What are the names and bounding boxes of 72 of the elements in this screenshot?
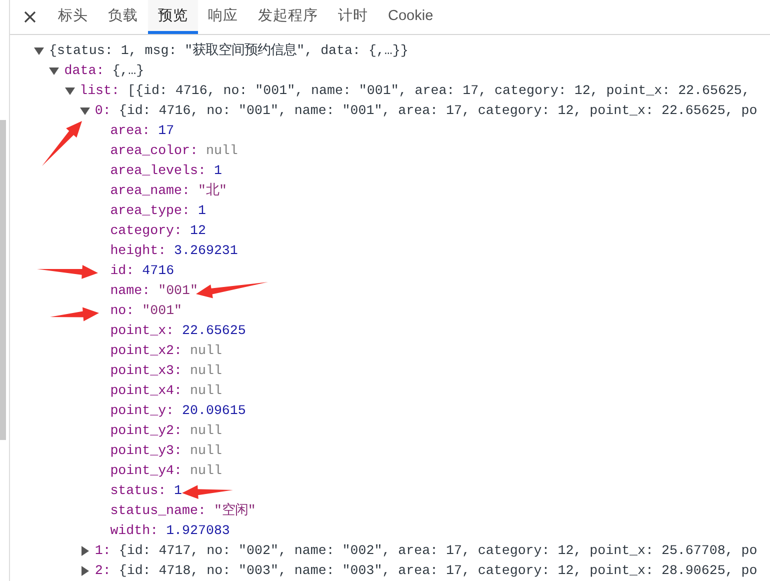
property-key: category: [110,221,182,241]
expanded-triangle-icon[interactable] [49,66,60,76]
scrollbar-thumb[interactable] [0,120,6,440]
annotation-arrow [182,485,233,499]
property-key: height: [110,241,166,261]
property-value: 12 [190,222,206,240]
property-key: point_x2: [110,341,182,361]
property-key: point_y3: [110,441,182,461]
annotation-arrow [50,307,99,322]
property-key: area_levels: [110,161,206,181]
property-key: point_x: [110,321,174,341]
tab[interactable]: 计时 [328,0,378,34]
property-key: status_name: [110,501,206,521]
property-value: 4716 [142,262,174,280]
property-key: point_x4: [110,381,182,401]
tab[interactable]: 负载 [98,0,148,34]
object-preview: {id: 4717, no: "002", name: "002", area: 17, category: 12, point_x: 25.67708, po [118,542,758,560]
property-key: data: [64,61,104,81]
property-value: "北" [198,182,227,200]
property-key: no: [110,301,134,321]
property-value: 20.09615 [182,402,246,420]
tab[interactable]: 预览 [148,0,198,34]
tab[interactable]: 标头 [48,0,98,34]
tab[interactable]: 响应 [198,0,248,34]
property-value: null [190,422,222,440]
expanded-triangle-icon[interactable] [34,46,44,56]
property-value: null [190,462,222,480]
property-key: 0: [94,101,111,121]
property-key: width: [110,521,158,541]
property-value: "001" [158,282,198,300]
expanded-triangle-icon[interactable] [64,86,75,96]
property-key: area: [110,121,150,141]
property-key: area_color: [110,141,198,161]
property-key: list: [80,81,120,101]
property-value: 1 [214,162,222,180]
collapsed-triangle-icon[interactable] [80,546,90,556]
object-preview: [{id: 4716, no: "001", name: "001", area: 17, category: 12, point_x: 22.65625, [128,82,750,100]
object-preview: {id: 4718, no: "003", name: "003", area: 17, category: 12, point_x: 28.90625, po [118,562,758,580]
property-key: 1: [94,541,111,561]
object-preview: {id: 4716, no: "001", name: "001", area: 17, category: 12, point_x: 22.65625, po [118,102,758,120]
collapsed-triangle-icon[interactable] [80,566,90,576]
property-value: null [190,342,222,360]
tab[interactable]: 发起程序 [248,0,328,34]
property-value: null [190,442,222,460]
property-value: null [190,362,222,380]
property-value: null [206,142,238,160]
property-key: name: [110,281,150,301]
property-key: area_name: [110,181,190,201]
property-key: id: [110,261,134,281]
annotation-arrow [196,282,268,298]
property-key: point_x3: [110,361,182,381]
property-key: area_type: [110,201,190,221]
property-value: "001" [142,302,182,320]
annotation-arrow [42,121,82,166]
property-key: status: [110,481,166,501]
property-key: 2: [94,561,111,581]
annotation-arrow [37,265,98,279]
property-key: point_y4: [110,461,182,481]
property-key: point_y: [110,401,174,421]
property-value: 1 [198,202,206,220]
property-value: 22.65625 [182,322,246,340]
object-preview: {,…} [112,62,144,80]
tab[interactable]: Cookie [378,0,444,34]
object-preview: {status: 1, msg: "获取空间预约信息", data: {,…}} [49,42,408,60]
expanded-triangle-icon[interactable] [80,106,90,116]
property-value: null [190,382,222,400]
property-value: "空闲" [214,502,256,520]
property-value: 1 [174,482,182,500]
property-value: 3.269231 [174,242,238,260]
property-value: 1.927083 [166,522,230,540]
property-value: 17 [158,122,174,140]
property-key: point_y2: [110,421,182,441]
